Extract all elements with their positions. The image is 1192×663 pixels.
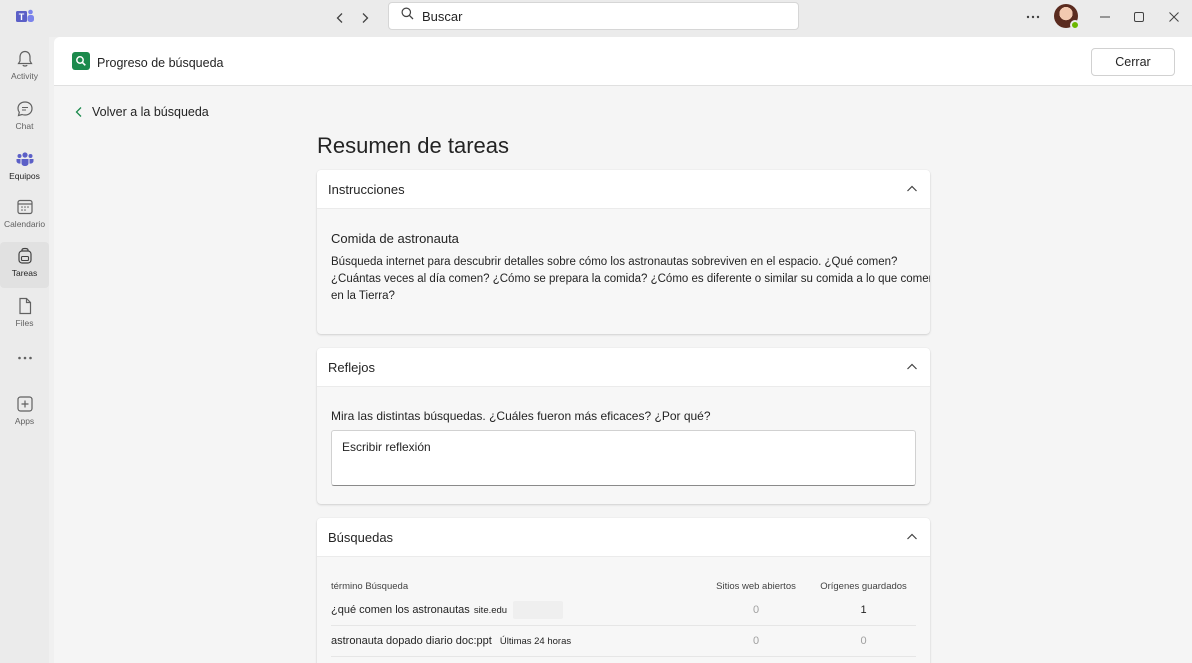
back-arrow-icon[interactable] (330, 8, 350, 28)
rail-label: Chat (15, 121, 34, 131)
rail-label: Calendario (3, 219, 46, 229)
column-header-sites: Sitios web abiertos (716, 580, 796, 592)
status-available-icon (1070, 20, 1080, 30)
title-bar: T Buscar (0, 0, 1192, 37)
searches-header[interactable]: Búsquedas (317, 518, 930, 557)
more-icon (17, 356, 32, 360)
close-button[interactable]: Cerrar (1091, 48, 1175, 76)
sites-opened-count: 0 (752, 604, 760, 616)
search-filter-tag: site.edu (473, 604, 508, 616)
table-row[interactable]: ¿qué comen los astronautas site.edu 0 1 (331, 595, 916, 626)
rail-label: Tareas (11, 268, 38, 278)
search-input[interactable]: Buscar (388, 2, 799, 30)
assignment-description: Búsqueda internet para descubrir detalle… (331, 256, 930, 302)
file-icon (18, 297, 31, 315)
rail-item-files[interactable]: Files (0, 292, 49, 338)
chat-icon (16, 101, 33, 117)
instructions-heading: Instrucciones (328, 181, 405, 197)
chevron-up-icon[interactable] (906, 531, 918, 543)
app-rail: Activity Chat Equipos Calendario Tareas … (0, 37, 49, 663)
reflection-question: Mira las distintas búsquedas. ¿Cuáles fu… (331, 409, 711, 423)
maximize-icon[interactable] (1127, 6, 1151, 28)
rail-label: Equipos (9, 171, 40, 181)
column-header-saved: Orígenes guardados (820, 580, 907, 592)
reflection-textarea[interactable] (331, 430, 916, 486)
chevron-left-icon (75, 107, 82, 117)
close-window-icon[interactable] (1162, 6, 1186, 28)
rail-label: Activity (11, 71, 38, 81)
search-term: ¿qué comen los astronautas (331, 604, 470, 616)
rail-item-teams[interactable]: Equipos (0, 145, 49, 191)
instructions-header[interactable]: Instrucciones (317, 170, 930, 209)
add-apps-icon (16, 396, 33, 412)
back-link-label: Volver a la búsqueda (92, 105, 209, 119)
rail-item-chat[interactable]: Chat (0, 95, 49, 141)
instructions-card: Instrucciones Comida de astronauta Búsqu… (317, 170, 930, 334)
search-progress-app-icon (72, 52, 90, 70)
bell-icon (16, 50, 33, 67)
assignment-title: Comida de astronauta (331, 231, 459, 246)
search-placeholder: Buscar (422, 8, 463, 24)
chevron-up-icon[interactable] (906, 183, 918, 195)
searches-card: Búsquedas término Búsqueda Sitios web ab… (317, 518, 930, 663)
sources-saved-count: 1 (860, 604, 867, 616)
reflections-card: Reflejos Mira las distintas búsquedas. ¿… (317, 348, 930, 504)
table-header: término Búsqueda Sitios web abiertos Orí… (331, 577, 916, 595)
rail-item-tasks[interactable]: Tareas (0, 242, 49, 288)
avatar[interactable] (1054, 4, 1080, 30)
column-header-term: término Búsqueda (331, 580, 409, 592)
rail-label: Apps (14, 416, 35, 426)
rail-item-apps[interactable]: Apps (0, 390, 49, 436)
placeholder-block (513, 601, 564, 619)
main-content: Progreso de búsqueda Cerrar Volver a la … (54, 37, 1192, 663)
table-row[interactable]: astronauta dopado diario doc:ppt Últimas… (331, 626, 916, 657)
calendar-icon (16, 199, 33, 215)
forward-arrow-icon[interactable] (355, 8, 375, 28)
rail-item-activity[interactable]: Activity (0, 45, 49, 91)
chevron-up-icon[interactable] (906, 361, 918, 373)
minimize-icon[interactable] (1093, 6, 1117, 28)
svg-text:T: T (19, 12, 25, 22)
page-title: Resumen de tareas (317, 133, 509, 158)
sites-opened-count: 0 (752, 635, 760, 647)
app-header: Progreso de búsqueda Cerrar (54, 37, 1192, 86)
search-filter-tag: Últimas 24 horas (499, 635, 572, 647)
rail-item-calendar[interactable]: Calendario (0, 193, 49, 239)
search-icon (401, 7, 414, 25)
rail-more-button[interactable] (0, 347, 49, 371)
app-title: Progreso de búsqueda (97, 56, 224, 70)
teams-icon (16, 152, 33, 166)
reflections-header[interactable]: Reflejos (317, 348, 930, 387)
more-options-icon[interactable] (1021, 6, 1045, 28)
back-to-search-link[interactable]: Volver a la búsqueda (74, 105, 209, 119)
teams-logo-icon[interactable]: T (15, 8, 35, 26)
sources-saved-count: 0 (860, 635, 867, 647)
searches-table: término Búsqueda Sitios web abiertos Orí… (331, 577, 916, 657)
searches-heading: Búsquedas (328, 529, 394, 545)
rail-label: Files (15, 318, 34, 328)
search-term: astronauta dopado diario doc:ppt (331, 635, 492, 647)
reflections-heading: Reflejos (328, 359, 375, 375)
backpack-icon (17, 247, 32, 264)
